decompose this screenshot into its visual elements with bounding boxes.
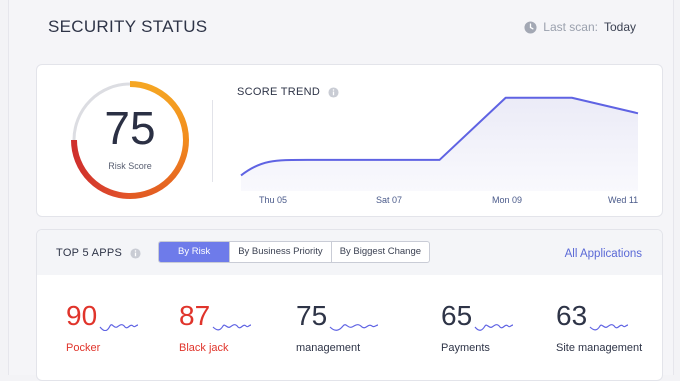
- all-applications-link[interactable]: All Applications: [565, 248, 642, 260]
- top-apps-header: TOP 5 APPS By Risk By Business Priority …: [37, 230, 662, 275]
- app-item[interactable]: 90 Pocker: [66, 301, 176, 356]
- app-name: Pocker: [66, 342, 101, 354]
- app-item[interactable]: 63 Site management: [556, 301, 652, 356]
- app-item[interactable]: 87 Black jack: [179, 301, 289, 356]
- app-item[interactable]: 65 Payments: [441, 301, 551, 356]
- app-name: Black jack: [179, 342, 229, 354]
- last-scan: Last scan: Today: [524, 20, 636, 34]
- score-trend-chart: [240, 96, 639, 191]
- app-name: Payments: [441, 342, 490, 354]
- page-title: SECURITY STATUS: [48, 17, 208, 36]
- sparkline: [474, 324, 514, 331]
- x-tick-label: Thu 05: [259, 195, 288, 205]
- app-score: 87: [179, 300, 211, 331]
- sparkline: [329, 324, 379, 331]
- sparkline: [212, 324, 252, 331]
- risk-summary-card: 75 Risk Score SCORE TREND Thu 05 Sat 07 Mo…: [36, 64, 663, 217]
- last-scan-value: Today: [603, 20, 636, 34]
- risk-score-value: 75: [104, 102, 156, 154]
- top-apps-card: TOP 5 APPS By Risk By Business Priority …: [36, 229, 663, 381]
- security-status-panel: SECURITY STATUS Last scan: Today 75 Risk…: [8, 0, 674, 381]
- x-tick-label: Mon 09: [492, 195, 523, 205]
- app-name: management: [296, 342, 361, 354]
- top-apps-title: TOP 5 APPS: [56, 247, 141, 259]
- app-name: Site management: [556, 342, 643, 354]
- tab-by-risk[interactable]: By Risk: [159, 242, 230, 262]
- sparkline: [99, 324, 139, 331]
- app-item[interactable]: 75 management: [296, 301, 406, 356]
- app-score: 65: [441, 300, 473, 331]
- risk-score-label: Risk Score: [108, 161, 152, 171]
- divider: [212, 100, 213, 182]
- top-apps-label: TOP 5 APPS: [56, 247, 123, 259]
- sparkline: [589, 324, 629, 331]
- info-icon[interactable]: [130, 247, 141, 259]
- x-tick-label: Sat 07: [376, 195, 403, 205]
- tab-by-biggest-change[interactable]: By Biggest Change: [330, 242, 429, 262]
- last-scan-label: Last scan:: [543, 20, 598, 34]
- x-tick-label: Wed 11: [608, 195, 639, 205]
- app-score: 63: [556, 300, 588, 331]
- sort-tabs: By Risk By Business Priority By Biggest …: [158, 241, 431, 263]
- clock-icon: [524, 20, 537, 34]
- tab-by-business-priority[interactable]: By Business Priority: [229, 242, 330, 262]
- app-score: 90: [66, 300, 98, 331]
- app-score: 75: [296, 300, 328, 331]
- trend-area: [241, 97, 638, 191]
